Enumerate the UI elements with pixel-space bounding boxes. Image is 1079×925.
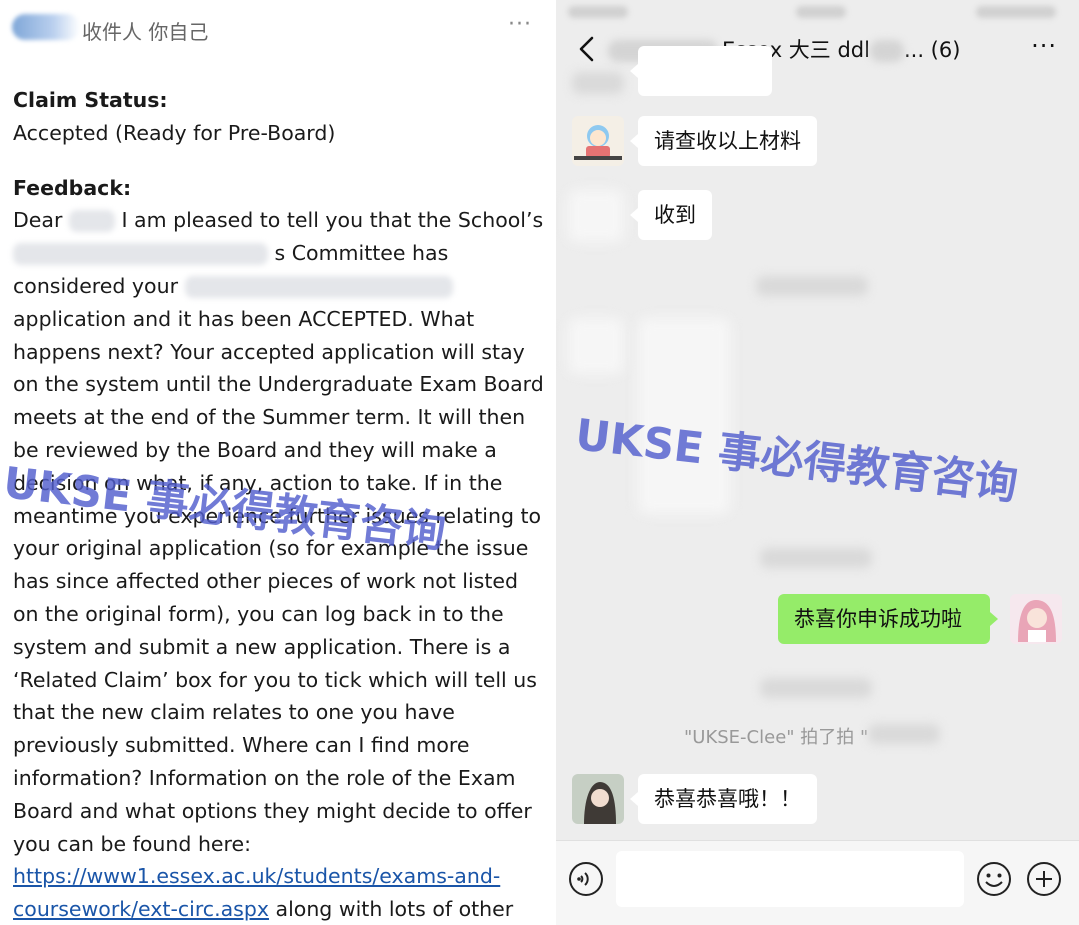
title-redact-2 bbox=[869, 40, 904, 62]
feedback-text-2: s Committee has bbox=[274, 241, 449, 266]
timestamp-blur bbox=[756, 276, 868, 296]
email-body: Claim Status: Accepted (Ready for Pre-Bo… bbox=[13, 84, 548, 925]
claim-status-value: Accepted (Ready for Pre-Board) bbox=[13, 120, 336, 145]
feedback-line-1: Dear I am pleased to tell you that the S… bbox=[13, 204, 548, 237]
message-bubble[interactable]: 收到 bbox=[630, 190, 712, 240]
emoji-icon[interactable] bbox=[976, 861, 1012, 897]
chat-title-suffix: ... (6) bbox=[903, 38, 961, 62]
avatar bbox=[568, 318, 624, 374]
recipient-label: 收件人 你自己 bbox=[82, 20, 209, 44]
avatar[interactable] bbox=[1010, 594, 1062, 644]
pat-name-blur bbox=[868, 724, 940, 744]
message-bubble[interactable]: 恭喜你申诉成功啦 bbox=[778, 594, 998, 644]
feedback-text-1: I am pleased to tell you that the School… bbox=[121, 208, 544, 233]
status-icons-blur bbox=[976, 6, 1056, 18]
feedback-body: application and it has been ACCEPTED. Wh… bbox=[13, 306, 544, 856]
partial-message-bubble[interactable] bbox=[630, 46, 772, 96]
message-row: 恭喜你申诉成功啦 bbox=[556, 594, 1079, 646]
plus-icon[interactable] bbox=[1026, 861, 1062, 897]
timestamp-blur bbox=[760, 548, 872, 568]
message-input[interactable] bbox=[616, 851, 964, 907]
email-header: 收件人 你自己 ··· bbox=[12, 10, 542, 46]
message-row: 恭喜恭喜哦！！ bbox=[556, 774, 1079, 826]
redacted-claim-type bbox=[184, 275, 453, 298]
voice-icon[interactable] bbox=[568, 861, 604, 897]
chat-panel: Essex 大三 ddl... (6) ··· 请查收以上材料 收到 恭喜你申诉… bbox=[556, 0, 1079, 925]
partial-message-row bbox=[556, 46, 1079, 98]
claim-status-label: Claim Status: bbox=[13, 88, 168, 112]
feedback-line-3: considered your bbox=[13, 270, 548, 303]
timestamp-blur bbox=[760, 678, 872, 698]
sender-avatar bbox=[12, 14, 80, 40]
avatar[interactable] bbox=[572, 774, 624, 824]
avatar[interactable] bbox=[568, 190, 624, 242]
feedback-label: Feedback: bbox=[13, 175, 132, 200]
feedback-line-2: s Committee has bbox=[13, 237, 548, 270]
message-bubble[interactable]: 恭喜恭喜哦！！ bbox=[630, 774, 817, 824]
avatar[interactable] bbox=[572, 116, 624, 166]
avatar bbox=[572, 72, 624, 94]
email-panel: 收件人 你自己 ··· Claim Status: Accepted (Read… bbox=[0, 0, 556, 925]
image-message-blur[interactable] bbox=[638, 318, 730, 514]
status-time-blur bbox=[568, 6, 628, 18]
redacted-name bbox=[68, 210, 115, 233]
redacted-committee bbox=[13, 243, 268, 266]
feedback-text-3: considered your bbox=[13, 273, 179, 298]
pat-system-note: "UKSE-Clee" 拍了拍 " bbox=[684, 727, 869, 748]
message-row: 请查收以上材料 bbox=[556, 116, 1079, 168]
chat-more-icon[interactable]: ··· bbox=[1031, 32, 1057, 60]
chat-input-bar bbox=[556, 840, 1079, 925]
feedback-link-line: https://www1.essex.ac.uk/students/exams-… bbox=[13, 860, 548, 925]
feedback-greeting: Dear bbox=[13, 208, 63, 233]
message-bubble[interactable]: 请查收以上材料 bbox=[630, 116, 817, 166]
status-notch-blur bbox=[796, 6, 846, 18]
more-options-icon[interactable]: ··· bbox=[508, 12, 532, 37]
back-chevron-icon[interactable] bbox=[572, 32, 602, 66]
status-bar bbox=[556, 0, 1079, 26]
message-row: 收到 bbox=[556, 190, 1079, 242]
